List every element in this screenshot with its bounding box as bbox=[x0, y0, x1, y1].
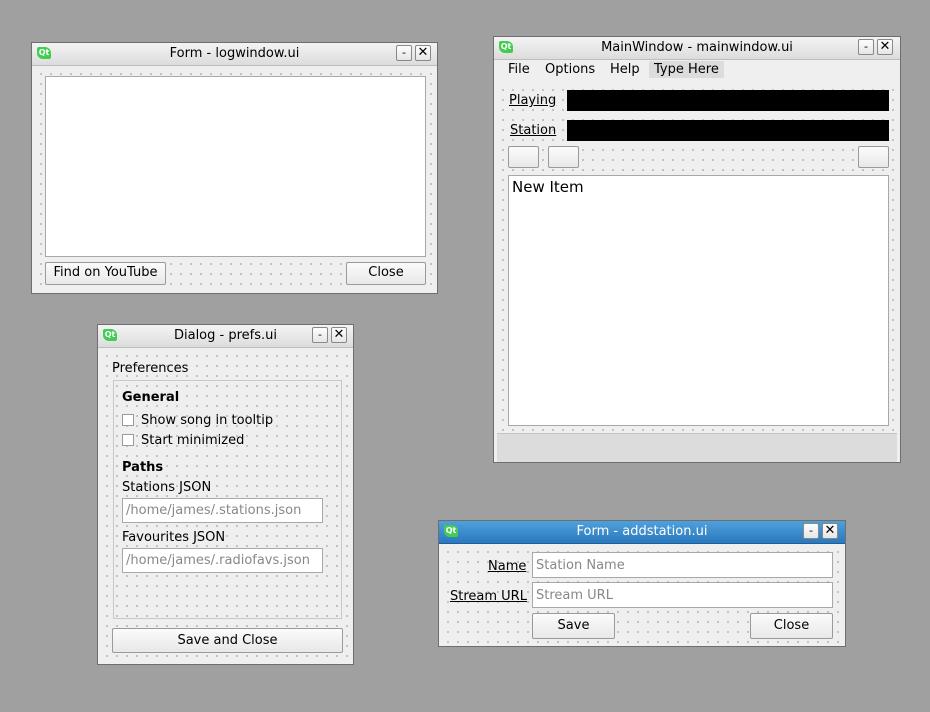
toolbar-button-3[interactable] bbox=[858, 146, 889, 168]
prefs-body: Preferences General Show song in tooltip… bbox=[99, 348, 352, 663]
minimize-button[interactable]: - bbox=[858, 39, 874, 55]
general-label: General bbox=[122, 390, 180, 405]
stream-url-field[interactable] bbox=[532, 582, 833, 608]
preferences-heading: Preferences bbox=[112, 361, 189, 376]
mainwindow-body: Playing Station New Item bbox=[495, 82, 899, 462]
start-minimized-label[interactable]: Start minimized bbox=[141, 433, 244, 448]
window-title: Form - logwindow.ui bbox=[169, 46, 300, 61]
start-minimized-checkbox[interactable] bbox=[122, 434, 134, 446]
toolbar-button-2[interactable] bbox=[548, 146, 579, 168]
station-display bbox=[567, 120, 889, 141]
show-song-checkbox[interactable] bbox=[122, 414, 134, 426]
minimize-button[interactable]: - bbox=[312, 327, 328, 343]
paths-label: Paths bbox=[122, 460, 164, 475]
toolbar-button-1[interactable] bbox=[508, 146, 539, 168]
menu-type-here[interactable]: Type Here bbox=[649, 61, 724, 78]
close-window-button[interactable]: ✕ bbox=[331, 327, 347, 343]
find-on-youtube-button[interactable]: Find on YouTube bbox=[45, 262, 166, 285]
save-button[interactable]: Save bbox=[532, 613, 615, 639]
stations-json-field[interactable] bbox=[122, 498, 323, 523]
name-label: Name bbox=[488, 559, 527, 574]
logwindow-titlebar[interactable]: Qt Form - logwindow.ui - ✕ bbox=[32, 43, 437, 66]
window-title: Form - addstation.ui bbox=[576, 524, 708, 539]
favourites-json-field[interactable] bbox=[122, 548, 323, 573]
menu-options[interactable]: Options bbox=[545, 62, 595, 77]
status-bar bbox=[497, 433, 897, 462]
close-window-button[interactable]: ✕ bbox=[877, 39, 893, 55]
minimize-button[interactable]: - bbox=[396, 45, 412, 61]
prefs-window: Qt Dialog - prefs.ui - ✕ Preferences Gen… bbox=[97, 324, 354, 665]
favourites-json-label: Favourites JSON bbox=[122, 530, 226, 545]
show-song-label[interactable]: Show song in tooltip bbox=[141, 413, 273, 428]
addstation-body: Name Stream URL Save Close bbox=[440, 544, 844, 645]
playing-display bbox=[567, 90, 889, 111]
mainwindow-titlebar[interactable]: Qt MainWindow - mainwindow.ui - ✕ bbox=[494, 37, 900, 60]
logwindow-window: Qt Form - logwindow.ui - ✕ Find on YouTu… bbox=[31, 42, 438, 294]
station-list[interactable]: New Item bbox=[508, 175, 889, 426]
menu-bar: File Options Help Type Here bbox=[495, 60, 899, 82]
menu-help[interactable]: Help bbox=[610, 62, 640, 77]
addstation-titlebar[interactable]: Qt Form - addstation.ui - ✕ bbox=[439, 521, 845, 544]
stations-json-label: Stations JSON bbox=[122, 480, 212, 495]
playing-label: Playing bbox=[509, 93, 557, 108]
log-text-area[interactable] bbox=[45, 76, 426, 257]
stream-url-label: Stream URL bbox=[450, 589, 527, 604]
save-and-close-button[interactable]: Save and Close bbox=[112, 628, 343, 653]
close-window-button[interactable]: ✕ bbox=[822, 523, 838, 539]
close-window-button[interactable]: ✕ bbox=[415, 45, 431, 61]
menu-file[interactable]: File bbox=[508, 62, 530, 77]
prefs-titlebar[interactable]: Qt Dialog - prefs.ui - ✕ bbox=[98, 325, 353, 348]
window-title: MainWindow - mainwindow.ui bbox=[601, 40, 793, 55]
close-button[interactable]: Close bbox=[750, 613, 833, 639]
station-label: Station bbox=[510, 123, 557, 138]
addstation-window: Qt Form - addstation.ui - ✕ Name Stream … bbox=[438, 520, 846, 647]
mainwindow-window: Qt MainWindow - mainwindow.ui - ✕ File O… bbox=[493, 36, 901, 463]
logwindow-body: Find on YouTube Close bbox=[33, 66, 436, 292]
station-name-field[interactable] bbox=[532, 552, 833, 578]
minimize-button[interactable]: - bbox=[803, 523, 819, 539]
close-button[interactable]: Close bbox=[346, 262, 426, 285]
list-item[interactable]: New Item bbox=[512, 178, 584, 196]
